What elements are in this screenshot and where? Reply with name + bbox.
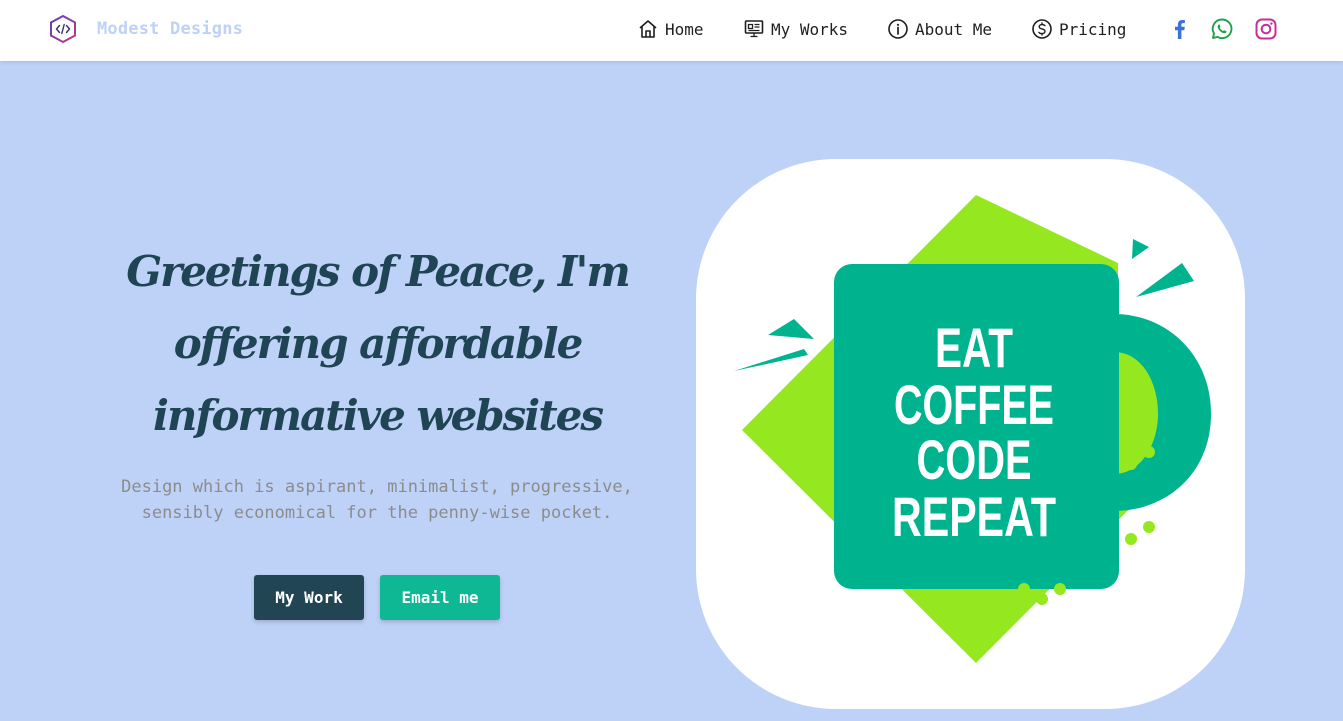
whatsapp-link[interactable] [1209,16,1235,42]
info-circle-icon [888,19,908,39]
mug-text-line-3: CODE [917,428,1032,491]
nav-my-works[interactable]: My Works [743,16,848,42]
facebook-icon [1175,20,1185,39]
email-me-button[interactable]: Email me [380,575,500,620]
hero-subtitle: Design which is aspirant, minimalist, pr… [121,477,633,523]
nav-home-label: Home [665,19,704,39]
mug-text-line-4: REPEAT [892,485,1056,548]
facebook-link[interactable] [1167,16,1193,42]
mug-text-line-2: COFFEE [894,373,1054,436]
whatsapp-icon [1211,18,1233,40]
nav-my-works-label: My Works [771,19,849,39]
instagram-icon [1255,18,1277,40]
hero-title: Greetings of Peace, I'm offering afforda… [126,247,631,440]
mug-text-line-1: EAT [935,316,1013,379]
code-hexagon-icon [50,14,76,44]
my-work-button[interactable]: My Work [254,575,364,620]
monitor-icon [744,20,764,38]
instagram-link[interactable] [1253,16,1279,42]
dollar-circle-icon [1032,19,1052,39]
nav-pricing[interactable]: Pricing [1031,16,1126,42]
brand-name: Modest Designs [97,19,244,39]
coffee-mug-illustration: EAT COFFEE CODE REPEAT [734,195,1211,663]
nav-about-me[interactable]: About Me [887,16,992,42]
nav-pricing-label: Pricing [1059,19,1127,39]
hero-image-card: EAT COFFEE CODE REPEAT [696,159,1245,709]
navbar: Modest Designs Home My Works About Me Pr… [0,0,1343,61]
nav-home[interactable]: Home [637,16,704,42]
nav-about-me-label: About Me [915,19,993,39]
brand-link[interactable]: Modest Designs [49,14,243,44]
home-icon [639,20,657,38]
